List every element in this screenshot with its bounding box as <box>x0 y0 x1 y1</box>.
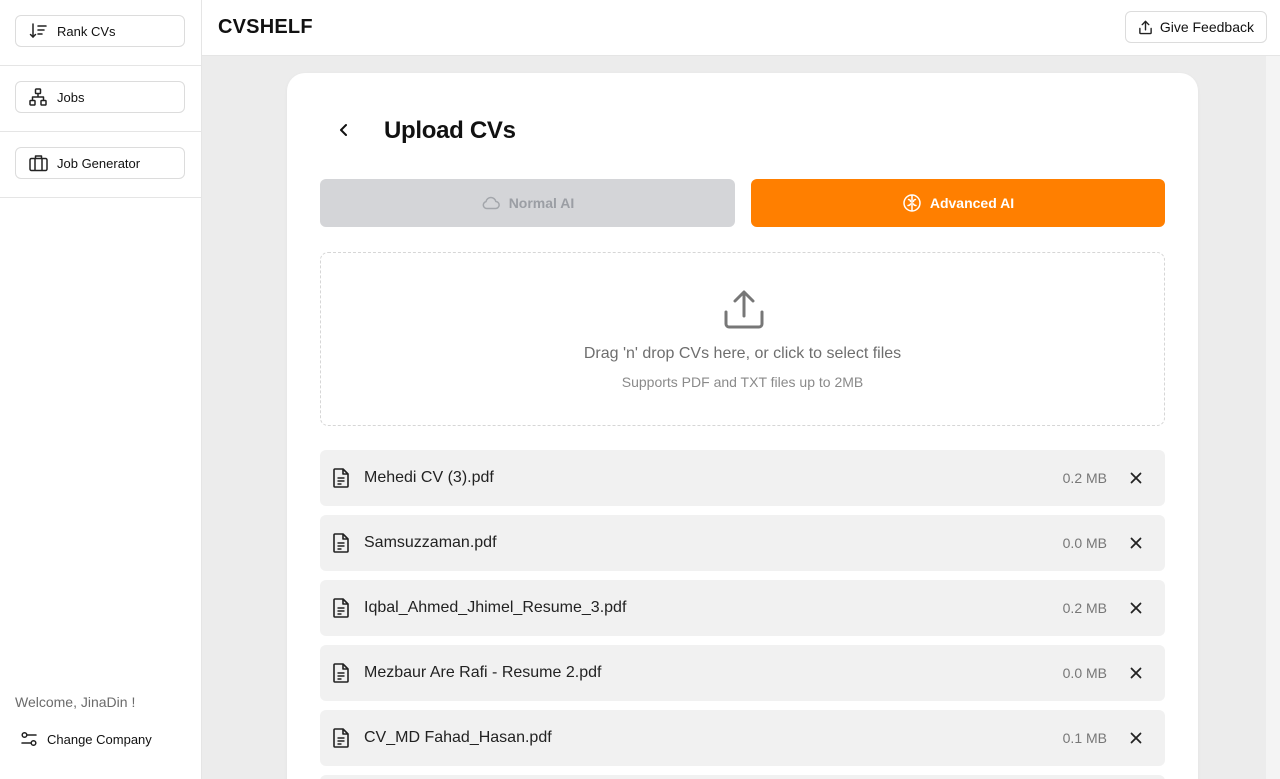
sidebar-item-job-generator[interactable]: Job Generator <box>15 147 185 179</box>
brand-logo-text: CVSHELF <box>218 16 313 38</box>
file-item: Mehedi CV (3).pdf 0.2 MB <box>320 450 1165 506</box>
briefcase-icon <box>28 153 48 173</box>
dropzone-text: Drag 'n' drop CVs here, or click to sele… <box>583 345 902 362</box>
sidebar-item-rank-cvs[interactable]: Rank CVs <box>15 15 185 47</box>
file-name: Samsuzzaman.pdf <box>364 534 497 551</box>
normal-ai-button[interactable]: Normal AI <box>320 179 735 227</box>
file-size: 0.1 MB <box>1062 730 1107 746</box>
page-title: Upload CVs <box>384 117 516 144</box>
file-document-icon <box>332 468 352 488</box>
advanced-ai-label: Advanced AI <box>929 195 1015 211</box>
scrollbar-track[interactable] <box>1266 56 1280 779</box>
normal-ai-label: Normal AI <box>508 195 575 211</box>
upload-card: Upload CVs Normal AI Advanced AI Drag 'n… <box>287 73 1198 779</box>
close-icon <box>1130 732 1142 744</box>
sidebar-item-label: Job Generator <box>57 155 141 171</box>
file-name: CV_MD Fahad_Hasan.pdf <box>364 729 552 746</box>
file-document-icon <box>332 533 352 553</box>
dropzone-subtext: Supports PDF and TXT files up to 2MB <box>621 374 864 390</box>
file-size: 0.0 MB <box>1062 535 1107 551</box>
sidebar-item-label: Rank CVs <box>57 23 116 39</box>
chevron-left-icon <box>340 124 347 136</box>
change-company-button[interactable]: Change Company <box>20 730 152 748</box>
sliders-icon <box>20 730 38 748</box>
remove-file-button[interactable] <box>1127 729 1145 747</box>
remove-file-button[interactable] <box>1127 664 1145 682</box>
file-name: Mehedi CV (3).pdf <box>364 469 494 486</box>
file-size: 0.0 MB <box>1062 665 1107 681</box>
file-item: Iqbal_Ahmed_Jhimel_Resume_3.pdf 0.2 MB <box>320 580 1165 636</box>
file-name: Iqbal_Ahmed_Jhimel_Resume_3.pdf <box>364 599 627 616</box>
cloud-icon <box>481 193 501 213</box>
sidebar-section-generator: Job Generator <box>0 132 201 198</box>
top-header: CVSHELF Give Feedback <box>202 0 1280 56</box>
sidebar-section-jobs: Jobs <box>0 66 201 132</box>
remove-file-button[interactable] <box>1127 599 1145 617</box>
give-feedback-label: Give Feedback <box>1159 19 1254 35</box>
file-document-icon <box>332 728 352 748</box>
file-item: CV_MD Fahad_Hasan.pdf 0.1 MB <box>320 710 1165 766</box>
sidebar-section-rank: Rank CVs <box>0 0 201 66</box>
remove-file-button[interactable] <box>1127 534 1145 552</box>
remove-file-button[interactable] <box>1127 469 1145 487</box>
file-name: Mezbaur Are Rafi - Resume 2.pdf <box>364 664 602 681</box>
back-button[interactable] <box>332 118 356 142</box>
advanced-ai-button[interactable]: Advanced AI <box>751 179 1165 227</box>
sitemap-icon <box>28 87 48 107</box>
file-item: Samsuzzaman.pdf 0.0 MB <box>320 515 1165 571</box>
close-icon <box>1130 602 1142 614</box>
file-document-icon <box>332 663 352 683</box>
close-icon <box>1130 667 1142 679</box>
file-size: 0.2 MB <box>1062 600 1107 616</box>
file-dropzone[interactable]: Drag 'n' drop CVs here, or click to sele… <box>320 252 1165 426</box>
sort-descending-icon <box>28 21 48 41</box>
close-icon <box>1130 537 1142 549</box>
brain-icon <box>902 193 922 213</box>
welcome-text: Welcome, JinaDin ! <box>15 694 136 710</box>
file-document-icon <box>332 598 352 618</box>
give-feedback-button[interactable]: Give Feedback <box>1124 11 1267 43</box>
file-item: Mezbaur Are Rafi - Resume 2.pdf 0.0 MB <box>320 645 1165 701</box>
upload-icon <box>721 287 767 333</box>
sidebar: Rank CVs Jobs Job Generator Welcome, Jin… <box>0 0 202 779</box>
share-upload-icon <box>1138 19 1154 35</box>
main-content: Upload CVs Normal AI Advanced AI Drag 'n… <box>202 56 1280 779</box>
close-icon <box>1130 472 1142 484</box>
sidebar-item-jobs[interactable]: Jobs <box>15 81 185 113</box>
file-size: 0.2 MB <box>1062 470 1107 486</box>
change-company-label: Change Company <box>47 731 152 747</box>
file-item-partial <box>320 775 1165 779</box>
sidebar-item-label: Jobs <box>57 89 85 105</box>
